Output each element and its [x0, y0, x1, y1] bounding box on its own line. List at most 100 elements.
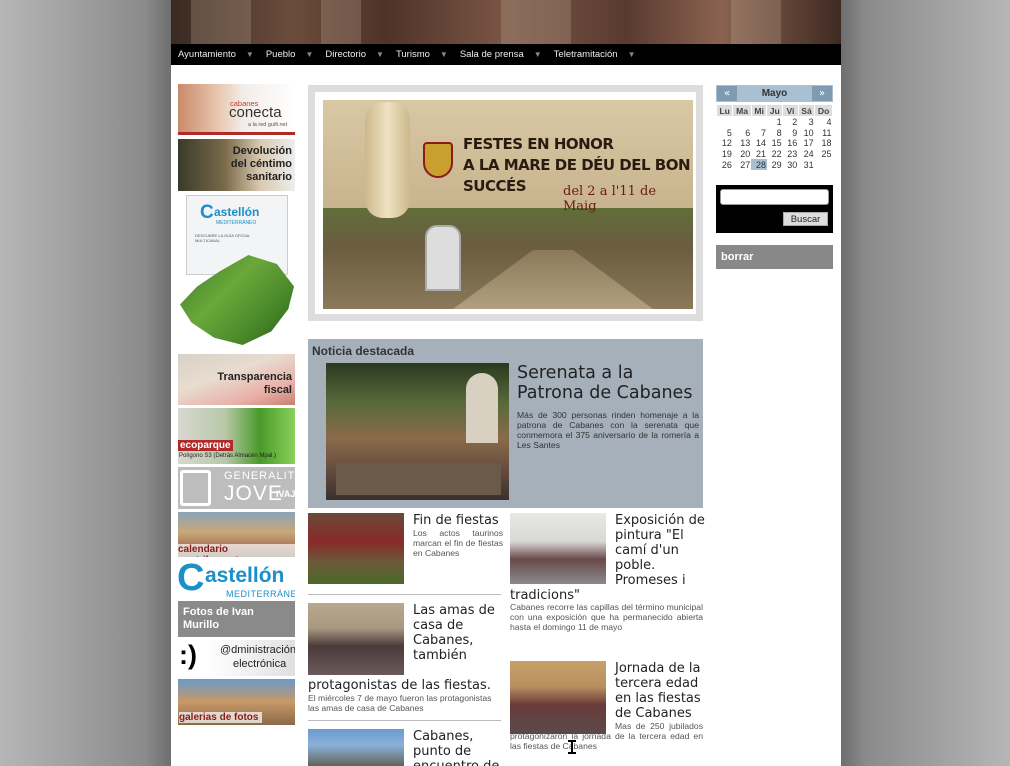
calendar-day[interactable]: 22 — [767, 149, 783, 160]
news-divider — [308, 720, 501, 721]
calendar-week: 26 27 28 29 30 31 — [717, 159, 833, 170]
search-button[interactable]: Buscar — [783, 212, 828, 226]
banner-ecoparque[interactable]: ecoparque Polígono S3 (Detrás Almacén Mp… — [178, 408, 295, 464]
calendar-weekday: Ma — [732, 104, 752, 117]
news-title[interactable]: Fin de fiestas — [413, 513, 503, 528]
calendar-weekday: Lu — [715, 104, 734, 117]
featured-news-title[interactable]: Serenata a la Patrona de Cabanes — [517, 363, 701, 403]
calendar-prev-button[interactable]: « — [717, 86, 737, 101]
calendar-day[interactable]: 13 — [733, 138, 751, 149]
generalitat-logo-icon — [180, 470, 211, 506]
calendar-header: « Mayo » — [716, 85, 833, 102]
calendar-day[interactable]: 18 — [815, 138, 833, 149]
calendar-day[interactable]: 15 — [767, 138, 783, 149]
calendar-day[interactable]: 4 — [815, 117, 833, 128]
news-thumb[interactable] — [308, 729, 404, 766]
borrar-link[interactable]: borrar — [716, 245, 833, 269]
news-title[interactable]: Exposición de pintura "El camí d'un pobl… — [615, 513, 707, 588]
calendar-day[interactable]: 29 — [767, 159, 783, 170]
text-cursor-icon — [568, 740, 576, 754]
calendar-day[interactable]: 10 — [798, 127, 814, 138]
nav-item-teletramitacion[interactable]: Teletramitación ▼ — [554, 49, 636, 60]
nav-item-pueblo[interactable]: Pueblo ▼ — [266, 49, 314, 60]
scroll-graphic — [365, 102, 410, 218]
calendar-week: 19 20 21 22 23 24 25 — [717, 149, 833, 160]
news-title[interactable]: Jornada de la tercera edad en las fiesta… — [615, 661, 707, 721]
dropdown-arrow-icon: ▼ — [533, 50, 542, 59]
featured-news-desc: Más de 300 personas rinden homenaje a la… — [517, 410, 699, 450]
banner-castellon-mediterraneo[interactable]: C astellón MEDITERRÁNEO — [178, 560, 295, 600]
page: Ayuntamiento ▼ Pueblo ▼ Directorio ▼ Turism… — [171, 0, 841, 766]
calendar-day[interactable]: 21 — [751, 149, 767, 160]
calendar-day[interactable]: 6 — [733, 127, 751, 138]
calendar-weekday: Mi — [750, 104, 768, 117]
calendar-day[interactable]: 26 — [717, 159, 733, 170]
dropdown-arrow-icon: ▼ — [376, 50, 384, 59]
news-thumb[interactable] — [308, 513, 404, 584]
dropdown-arrow-icon: ▼ — [305, 50, 314, 59]
calendar-weekday: Do — [814, 104, 833, 117]
featured-news-photo[interactable] — [326, 363, 509, 500]
banner-calendario-contribuyente[interactable]: calendario contribuyente — [178, 512, 295, 557]
featured-news: Noticia destacada Serenata a la Patrona … — [308, 339, 703, 508]
festes-poster[interactable]: FESTES EN HONOR A LA MARE DE DÉU DEL BON … — [308, 85, 703, 321]
banner-devolucion-centimo-sanitario[interactable]: Devolución del céntimo sanitario — [178, 139, 295, 191]
calendar-day[interactable]: 28 — [751, 159, 767, 170]
calendar-day[interactable]: 30 — [783, 159, 799, 170]
news-title-continued[interactable]: protagonistas de las fiestas. — [308, 678, 503, 693]
search-input[interactable] — [720, 189, 829, 205]
calendar-day[interactable]: 5 — [717, 127, 733, 138]
calendar-week: 5 6 7 8 9 10 11 — [717, 127, 833, 138]
nav-item-sala-de-prensa[interactable]: Sala de prensa ▼ — [460, 49, 542, 60]
calendar-next-button[interactable]: » — [812, 86, 832, 101]
calendar-day[interactable]: 8 — [767, 127, 783, 138]
news-desc: Mas de 250 jubilados protagonizaron la j… — [510, 721, 703, 751]
calendar-day[interactable]: 7 — [751, 127, 767, 138]
festes-poster-image: FESTES EN HONOR A LA MARE DE DÉU DEL BON … — [323, 100, 693, 309]
calendar-day[interactable]: 27 — [733, 159, 751, 170]
news-thumb[interactable] — [510, 513, 606, 584]
calendar-day[interactable]: 20 — [733, 149, 751, 160]
banner-fotos-ivan-murillo[interactable]: Fotos de Ivan Murillo — [178, 601, 295, 637]
calendar-day[interactable]: 2 — [783, 117, 799, 128]
calendar: Lu Ma Mi Ju Vi Sá Do 1 2 3 4 5 6 7 8 9 10 11 12 13 14 15 16 17… — [715, 104, 833, 170]
calendar-day[interactable]: 17 — [798, 138, 814, 149]
news-title-continued[interactable]: tradicions" — [510, 588, 610, 603]
news-title[interactable]: Las amas de casa de Cabanes, también — [413, 603, 503, 663]
background-left — [0, 0, 171, 766]
calendar-weekday: Vi — [782, 104, 799, 117]
calendar-day[interactable]: 16 — [783, 138, 799, 149]
castellon-logo-icon: C — [178, 560, 205, 599]
calendar-month: Mayo — [761, 88, 788, 99]
header-banner-image — [171, 0, 841, 44]
featured-heading: Noticia destacada — [312, 344, 415, 358]
calendar-day[interactable]: 12 — [717, 138, 733, 149]
calendar-day[interactable]: 1 — [767, 117, 783, 128]
news-item: Cabanes, punto de encuentro de — [308, 729, 501, 766]
news-title[interactable]: Cabanes, punto de encuentro de — [413, 729, 503, 766]
calendar-day[interactable]: 25 — [815, 149, 833, 160]
calendar-day[interactable]: 3 — [798, 117, 814, 128]
poster-dates: del 2 a l'11 de Maig — [563, 184, 657, 214]
calendar-day[interactable]: 23 — [783, 149, 799, 160]
nav-item-turismo[interactable]: Turismo ▼ — [396, 49, 448, 60]
calendar-day[interactable]: 19 — [717, 149, 733, 160]
main-nav: Ayuntamiento ▼ Pueblo ▼ Directorio ▼ Turism… — [171, 44, 841, 65]
banner-cabanes-conecta[interactable]: cabanes conecta a la red guifi.net — [178, 84, 295, 135]
calendar-day[interactable]: 24 — [798, 149, 814, 160]
calendar-day[interactable]: 31 — [798, 159, 814, 170]
nav-item-ayuntamiento[interactable]: Ayuntamiento ▼ — [178, 49, 254, 60]
calendar-week: 12 13 14 15 16 17 18 — [717, 138, 833, 149]
dropdown-arrow-icon: ▼ — [439, 50, 448, 59]
banner-galerias-de-fotos[interactable]: galerias de fotos — [178, 679, 295, 725]
calendar-day[interactable]: 14 — [751, 138, 767, 149]
banner-generalitat-jove[interactable]: GENERALITAT JOVE IVAJ — [178, 467, 295, 509]
news-thumb[interactable] — [308, 603, 404, 675]
banner-transparencia-fiscal[interactable]: Transparencia fiscal — [178, 354, 295, 405]
calendar-day[interactable]: 9 — [783, 127, 799, 138]
nav-item-directorio[interactable]: Directorio ▼ — [325, 49, 384, 60]
calendar-day[interactable]: 11 — [815, 127, 833, 138]
news-item: Fin de fiestas Los actos taurinos marcan… — [308, 513, 503, 593]
banner-administracion-electronica[interactable]: :) @dministración electrónica — [178, 640, 295, 676]
banner-castellon-guia[interactable]: C astellón MEDITERRÁNEO DESCUBRE LA GUÍA… — [178, 195, 295, 349]
